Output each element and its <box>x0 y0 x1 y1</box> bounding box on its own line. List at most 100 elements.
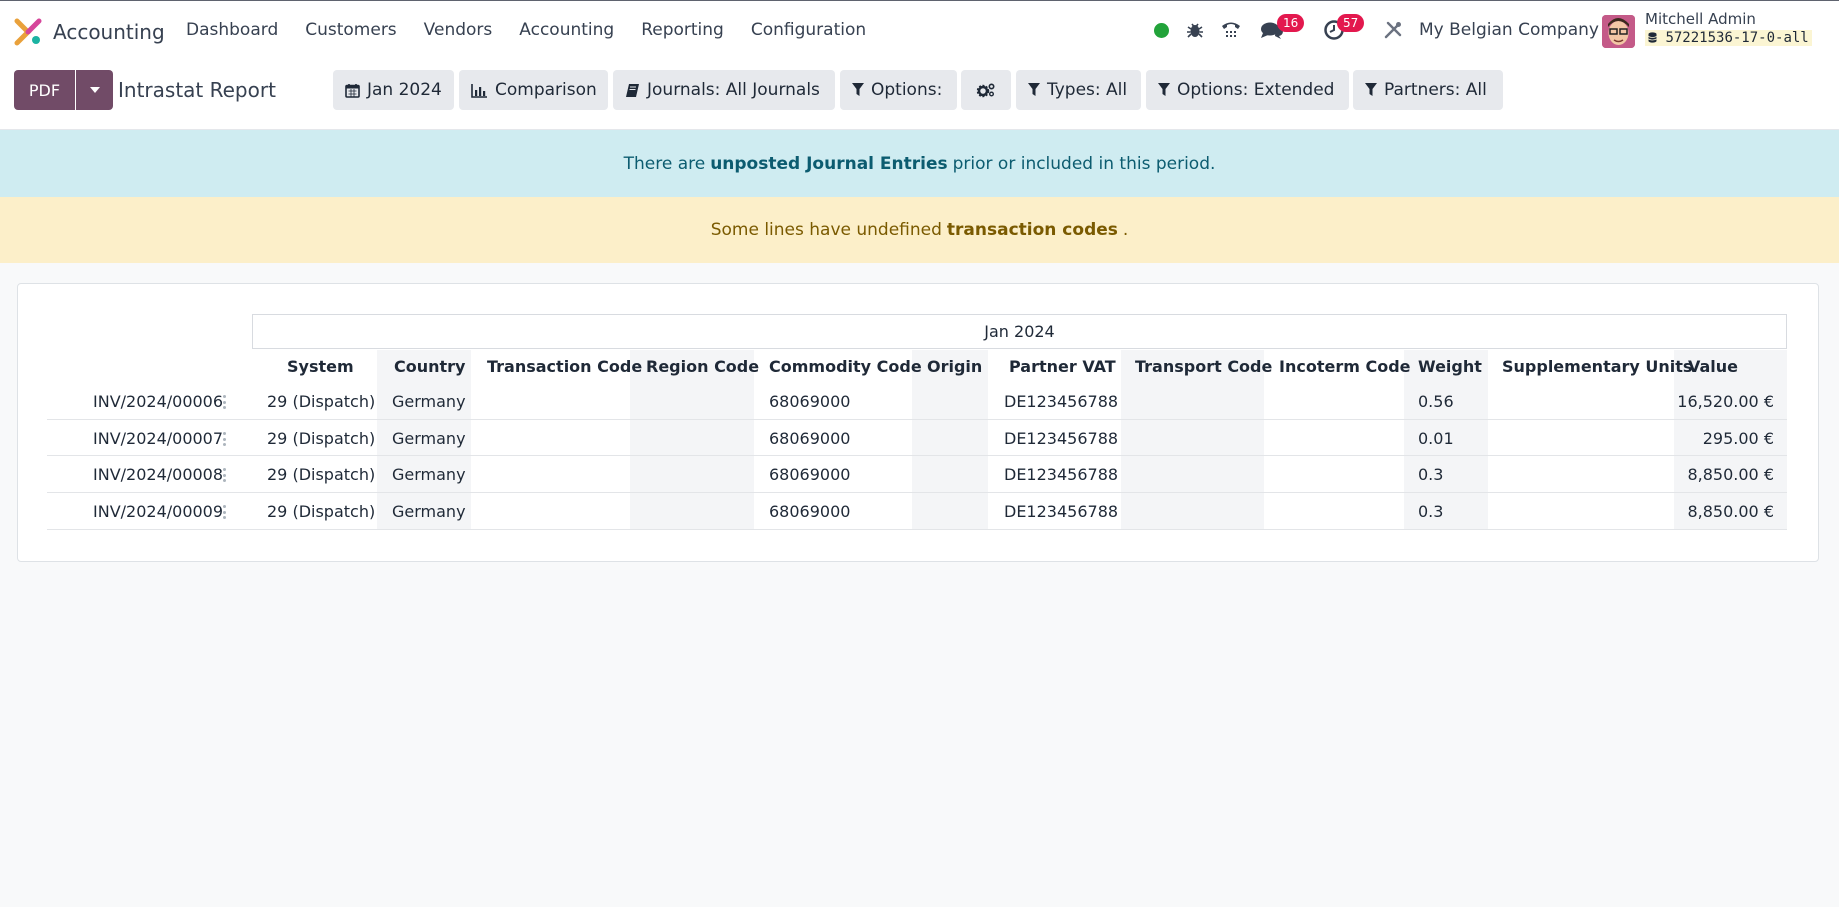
column-header-partner-vat[interactable]: Partner VAT <box>1009 357 1116 376</box>
gears-icon <box>976 83 995 98</box>
settings-button[interactable] <box>961 70 1011 110</box>
row-menu-icon[interactable] <box>222 505 226 519</box>
column-header-system[interactable]: System <box>287 357 354 376</box>
row-invoice-name[interactable]: INV/2024/00008 <box>93 465 223 484</box>
column-header-country[interactable]: Country <box>394 357 465 376</box>
alert-warn-text: Some lines have undefined <box>710 220 942 240</box>
menu-accounting[interactable]: Accounting <box>519 20 614 40</box>
cell-system: 29 (Dispatch) <box>267 465 376 484</box>
period-header: Jan 2024 <box>252 314 1787 349</box>
row-menu-icon[interactable] <box>222 468 226 482</box>
journals-filter-label: Journals: All Journals <box>647 80 820 100</box>
transaction-codes-link[interactable]: transaction codes <box>947 220 1118 240</box>
cell-weight: 0.56 <box>1418 392 1454 411</box>
row-menu-icon[interactable] <box>222 395 226 409</box>
comparison-label: Comparison <box>495 80 597 100</box>
filter-icon <box>1158 83 1170 96</box>
types-filter-button[interactable]: Types: All <box>1016 70 1141 110</box>
tools-icon[interactable] <box>1381 18 1405 42</box>
journals-filter-button[interactable]: Journals: All Journals <box>613 70 835 110</box>
row-menu-icon[interactable] <box>222 432 226 446</box>
cell-commodity: 68069000 <box>769 392 851 411</box>
database-name: 57221536-17-0-all <box>1645 30 1812 46</box>
column-header-supplementary-units[interactable]: Supplementary Units <box>1502 357 1692 376</box>
company-switcher[interactable]: My Belgian Company <box>1419 20 1599 40</box>
row-invoice-name[interactable]: INV/2024/00007 <box>93 429 223 448</box>
avatar[interactable] <box>1602 15 1635 48</box>
cell-commodity: 68069000 <box>769 465 851 484</box>
messages-badge: 16 <box>1277 14 1305 32</box>
menu-reporting[interactable]: Reporting <box>641 20 724 40</box>
accounting-app-icon[interactable] <box>14 18 42 46</box>
partners-filter-label: Partners: All <box>1384 80 1487 100</box>
calendar-icon <box>345 83 360 98</box>
column-header-origin[interactable]: Origin <box>927 357 982 376</box>
cell-value: 8,850.00 € <box>1687 465 1774 484</box>
cell-system: 29 (Dispatch) <box>267 429 376 448</box>
pdf-button[interactable]: PDF <box>14 70 75 110</box>
cell-system: 29 (Dispatch) <box>267 392 376 411</box>
options-extended-label: Options: Extended <box>1177 80 1335 100</box>
database-label: 57221536-17-0-all <box>1665 30 1809 46</box>
filter-icon <box>1365 83 1377 96</box>
cell-partner-vat: DE123456788 <box>1004 429 1119 448</box>
row-divider <box>47 529 1787 530</box>
column-header-transport-code[interactable]: Transport Code <box>1135 357 1272 376</box>
phone-icon[interactable] <box>1219 18 1243 42</box>
row-divider <box>47 455 1787 456</box>
options-extended-button[interactable]: Options: Extended <box>1146 70 1349 110</box>
region-column-bg <box>630 350 754 530</box>
menu-vendors[interactable]: Vendors <box>424 20 493 40</box>
cell-country: Germany <box>392 502 466 521</box>
control-panel: PDF Intrastat Report Jan 2024 Comparison… <box>0 60 1839 130</box>
unposted-entries-link[interactable]: unposted Journal Entries <box>710 154 947 174</box>
column-header-commodity-code[interactable]: Commodity Code <box>769 357 922 376</box>
app-name[interactable]: Accounting <box>53 20 165 44</box>
menu-dashboard[interactable]: Dashboard <box>186 20 278 40</box>
column-header-transaction-code[interactable]: Transaction Code <box>487 357 642 376</box>
cell-commodity: 68069000 <box>769 429 851 448</box>
cell-partner-vat: DE123456788 <box>1004 502 1119 521</box>
menu-configuration[interactable]: Configuration <box>751 20 866 40</box>
cell-value: 16,520.00 € <box>1677 392 1774 411</box>
activities-badge: 57 <box>1337 14 1365 32</box>
cell-value: 8,850.00 € <box>1687 502 1774 521</box>
date-filter-button[interactable]: Jan 2024 <box>333 70 454 110</box>
types-filter-label: Types: All <box>1047 80 1128 100</box>
main-menu: Dashboard Customers Vendors Accounting R… <box>186 20 893 40</box>
bug-icon[interactable] <box>1183 18 1207 42</box>
row-divider <box>47 492 1787 493</box>
menu-customers[interactable]: Customers <box>305 20 396 40</box>
column-header-incoterm-code[interactable]: Incoterm Code <box>1279 357 1411 376</box>
caret-down-icon <box>89 87 100 93</box>
column-header-region-code[interactable]: Region Code <box>646 357 759 376</box>
alert-warn-text-end: . <box>1122 220 1129 240</box>
transport-column-bg <box>1121 350 1264 530</box>
row-invoice-name[interactable]: INV/2024/00009 <box>93 502 223 521</box>
options-filter-button[interactable]: Options: <box>840 70 957 110</box>
cell-country: Germany <box>392 392 466 411</box>
period-label: Jan 2024 <box>984 322 1055 341</box>
filter-icon <box>852 83 864 96</box>
column-header-value[interactable]: Value <box>1688 357 1738 376</box>
alert-info-text-end: prior or included in this period. <box>952 153 1216 174</box>
pdf-dropdown-toggle[interactable] <box>76 70 113 110</box>
date-filter-label: Jan 2024 <box>367 80 442 100</box>
row-divider <box>47 419 1787 420</box>
origin-column-bg <box>912 350 988 530</box>
partners-filter-button[interactable]: Partners: All <box>1353 70 1503 110</box>
status-online-icon[interactable] <box>1154 23 1169 38</box>
cell-country: Germany <box>392 429 466 448</box>
page-title: Intrastat Report <box>118 78 276 102</box>
user-name[interactable]: Mitchell Admin <box>1645 10 1756 28</box>
transaction-codes-alert: Some lines have undefined transaction co… <box>0 197 1839 263</box>
row-invoice-name[interactable]: INV/2024/00006 <box>93 392 223 411</box>
column-header-weight[interactable]: Weight <box>1418 357 1482 376</box>
bar-chart-icon <box>471 83 487 98</box>
cell-value: 295.00 € <box>1702 429 1774 448</box>
comparison-button[interactable]: Comparison <box>459 70 608 110</box>
cell-country: Germany <box>392 465 466 484</box>
options-filter-label: Options: <box>871 80 943 100</box>
book-icon <box>626 83 639 97</box>
top-navbar: Accounting Dashboard Customers Vendors A… <box>0 0 1839 60</box>
